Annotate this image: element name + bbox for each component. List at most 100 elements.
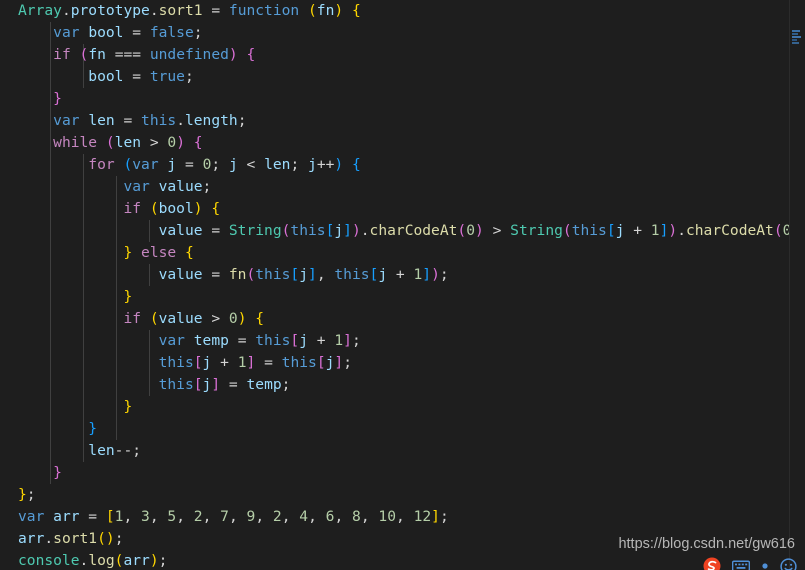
code-line[interactable]: } else { xyxy=(0,242,790,264)
token-operator: === xyxy=(105,46,150,63)
token-bracket: [ xyxy=(193,354,203,371)
code-line[interactable]: var value; xyxy=(0,176,790,198)
code-line[interactable]: while (len > 0) { xyxy=(0,132,790,154)
minimap[interactable] xyxy=(789,0,805,570)
token-operator: = xyxy=(228,332,256,349)
token-operator: ; xyxy=(114,530,124,547)
token-number: 4 xyxy=(299,508,309,525)
code-editor-surface[interactable]: Array.prototype.sort1 = function (fn) { … xyxy=(0,0,790,570)
code-line[interactable]: var bool = false; xyxy=(0,22,790,44)
keyboard-icon[interactable] xyxy=(732,559,750,570)
token-variable: bool xyxy=(158,200,194,217)
token-operator: = xyxy=(202,222,229,239)
token-bracket: ( xyxy=(105,134,115,151)
token-operator: ; xyxy=(439,508,449,525)
code-line[interactable]: var arr = [1, 3, 5, 2, 7, 9, 2, 4, 6, 8,… xyxy=(0,506,790,528)
token-operator xyxy=(80,112,89,129)
code-line[interactable]: if (bool) { xyxy=(0,198,790,220)
code-line[interactable]: this[j] = temp; xyxy=(0,374,790,396)
token-number: 1 xyxy=(413,266,423,283)
token-keyword: var xyxy=(53,112,80,129)
token-operator: ; xyxy=(281,376,291,393)
code-line[interactable]: } xyxy=(0,396,790,418)
token-keyword: var xyxy=(53,24,80,41)
token-operator: , xyxy=(228,508,247,525)
code-line[interactable]: } xyxy=(0,88,790,110)
token-bracket: ] xyxy=(343,332,352,349)
code-line[interactable]: console.log(arr); xyxy=(0,550,790,570)
smiley-icon[interactable] xyxy=(780,557,797,570)
token-number: 1 xyxy=(237,354,247,371)
token-operator: , xyxy=(396,508,414,525)
token-type: Array xyxy=(18,2,62,19)
token-bracket: ) xyxy=(351,222,361,239)
token-bracket: ] xyxy=(308,266,317,283)
token-operator xyxy=(71,46,80,63)
code-line[interactable]: var temp = this[j + 1]; xyxy=(0,330,790,352)
token-bracket: ) xyxy=(334,156,344,173)
token-bracket: ] xyxy=(422,266,432,283)
token-function: sort1 xyxy=(53,530,98,547)
token-variable: value xyxy=(158,222,203,239)
code-line[interactable]: bool = true; xyxy=(0,66,790,88)
token-bracket: { xyxy=(184,244,194,261)
token-operator xyxy=(132,244,141,261)
code-line[interactable]: for (var j = 0; j < len; j++) { xyxy=(0,154,790,176)
token-variable: temp xyxy=(246,376,282,393)
token-operator: ; xyxy=(439,266,449,283)
token-operator: ; xyxy=(290,156,309,173)
token-control: else xyxy=(141,244,177,261)
token-literal: true xyxy=(149,68,185,85)
token-variable: len xyxy=(264,156,291,173)
token-bracket: ] xyxy=(211,376,221,393)
token-bracket: [ xyxy=(606,222,616,239)
code-line[interactable]: }; xyxy=(0,484,790,506)
token-operator: ; xyxy=(343,354,352,371)
token-this: this xyxy=(141,112,177,129)
code-line[interactable]: len--; xyxy=(0,440,790,462)
token-bracket: [ xyxy=(105,508,115,525)
code-line[interactable]: } xyxy=(0,286,790,308)
token-operator: , xyxy=(176,508,194,525)
code-line[interactable]: if (value > 0) { xyxy=(0,308,790,330)
code-line[interactable]: var len = this.length; xyxy=(0,110,790,132)
token-operator xyxy=(176,244,185,261)
token-operator: ; xyxy=(26,486,36,503)
sogou-input-icon[interactable] xyxy=(703,557,721,570)
token-operator: , xyxy=(202,508,221,525)
token-operator: . xyxy=(149,2,159,19)
token-variable: len xyxy=(88,112,115,129)
token-operator: = xyxy=(220,376,247,393)
token-bracket: [ xyxy=(290,266,300,283)
token-operator: = xyxy=(176,156,203,173)
dot-icon[interactable] xyxy=(761,562,769,570)
token-variable: len xyxy=(114,134,142,151)
token-operator: = xyxy=(202,2,229,19)
token-variable: temp xyxy=(193,332,229,349)
token-bracket: ( xyxy=(149,310,159,327)
token-operator xyxy=(150,178,159,195)
code-line[interactable]: value = fn(this[j], this[j + 1]); xyxy=(0,264,790,286)
token-operator: ++ xyxy=(316,156,335,173)
token-number: 12 xyxy=(413,508,432,525)
token-type: String xyxy=(228,222,282,239)
token-literal: false xyxy=(149,24,194,41)
token-control: for xyxy=(88,156,115,173)
code-line[interactable]: value = String(this[j]).charCodeAt(0) > … xyxy=(0,220,790,242)
code-line[interactable]: this[j + 1] = this[j]; xyxy=(0,352,790,374)
token-bracket: { xyxy=(255,310,265,327)
code-line[interactable]: } xyxy=(0,462,790,484)
token-operator: = xyxy=(202,266,229,283)
code-line[interactable]: } xyxy=(0,418,790,440)
code-line[interactable]: Array.prototype.sort1 = function (fn) { xyxy=(0,0,790,22)
token-this: this xyxy=(255,266,291,283)
code-line[interactable]: if (fn === undefined) { xyxy=(0,44,790,66)
